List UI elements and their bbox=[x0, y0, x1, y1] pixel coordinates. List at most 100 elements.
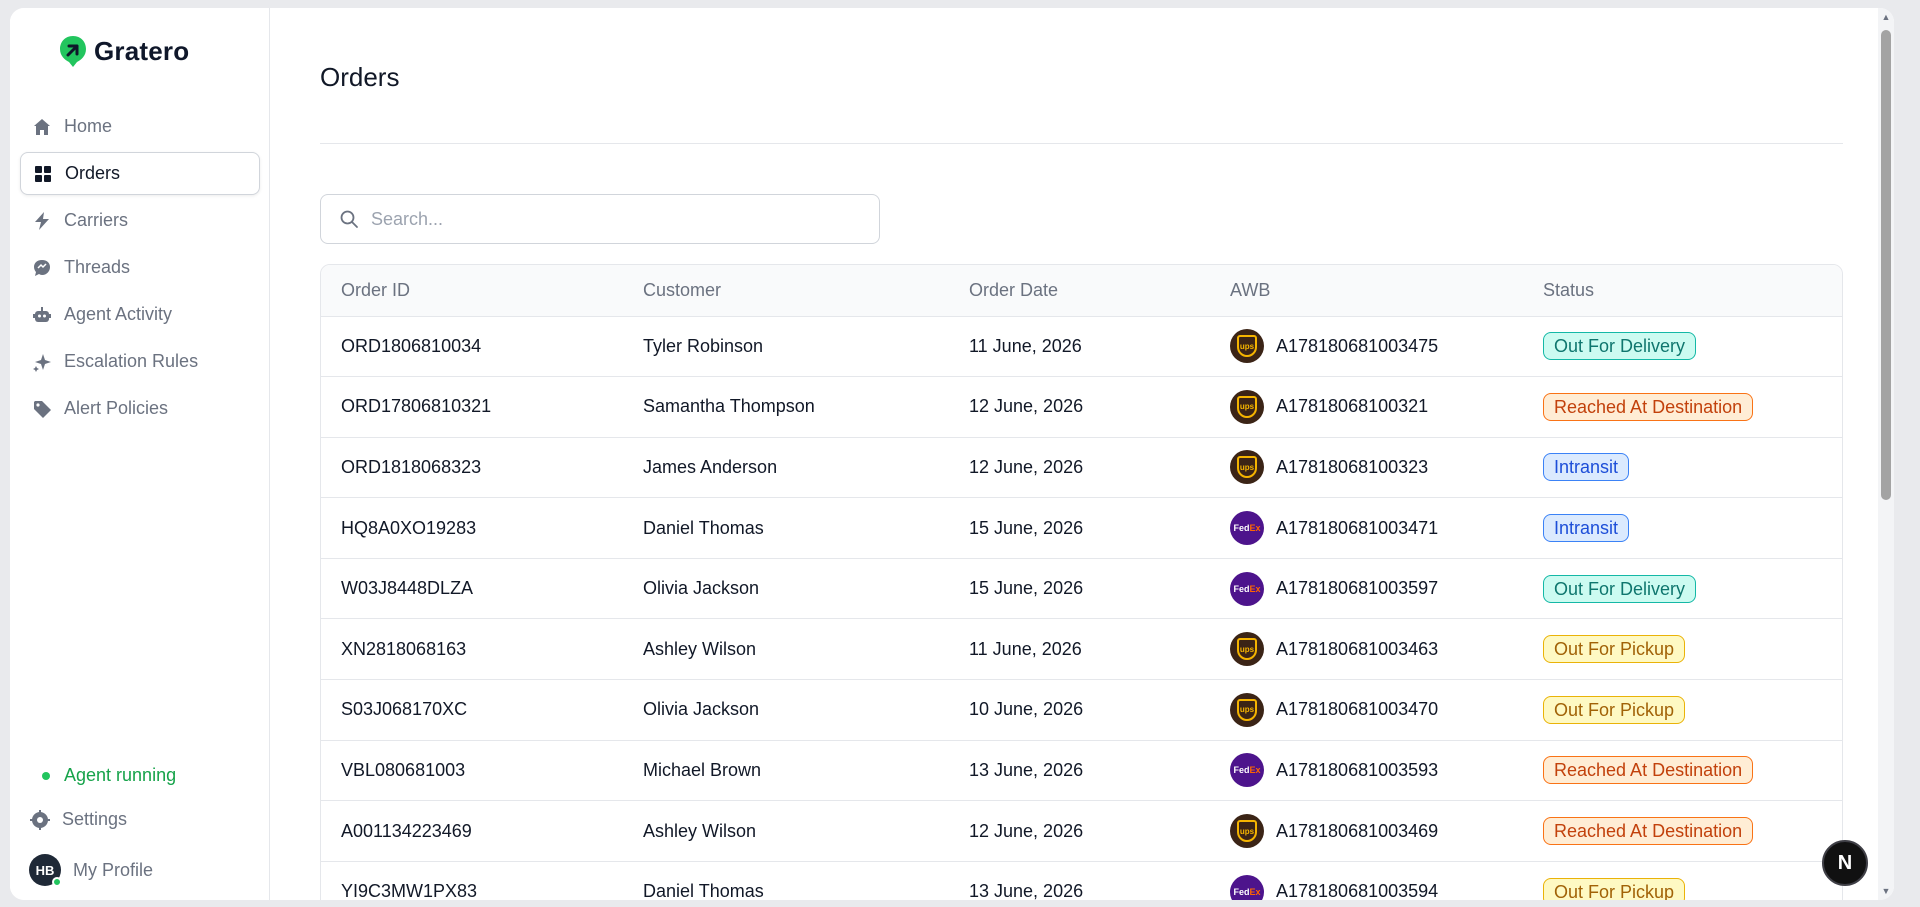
fedex-logo-icon: Fed Ex bbox=[1230, 874, 1264, 900]
status-cell: Intransit bbox=[1523, 498, 1842, 559]
sidebar-item-orders[interactable]: Orders bbox=[20, 152, 260, 195]
table-row[interactable]: W03J8448DLZA Olivia Jackson 15 June, 202… bbox=[321, 558, 1842, 619]
grid-icon bbox=[35, 165, 51, 182]
table-row[interactable]: HQ8A0XO19283 Daniel Thomas 15 June, 2026… bbox=[321, 497, 1842, 559]
order-id-cell[interactable]: ORD17806810321 bbox=[321, 377, 623, 438]
awb-number[interactable]: A178180681003594 bbox=[1276, 881, 1438, 900]
awb-number[interactable]: A178180681003469 bbox=[1276, 821, 1438, 842]
table-row[interactable]: ORD17806810321 Samantha Thompson 12 June… bbox=[321, 376, 1842, 438]
order-id-cell[interactable]: YI9C3MW1PX83 bbox=[321, 861, 623, 900]
table-row[interactable]: XN2818068163 Ashley Wilson 11 June, 2026… bbox=[321, 618, 1842, 680]
ups-shield: ups bbox=[1237, 395, 1257, 418]
awb-number[interactable]: A178180681003593 bbox=[1276, 760, 1438, 781]
sidebar-item-alert-policies[interactable]: Alert Policies bbox=[20, 387, 260, 430]
fedex-fed: Fed bbox=[1233, 765, 1250, 776]
awb-wrapper: Fed Ex A178180681003593 bbox=[1230, 753, 1523, 788]
sidebar-item-threads[interactable]: Threads bbox=[20, 246, 260, 289]
order-id-cell[interactable]: HQ8A0XO19283 bbox=[321, 498, 623, 559]
page-title: Orders bbox=[320, 62, 400, 92]
awb-number[interactable]: A17818068100321 bbox=[1276, 396, 1428, 417]
awb-number[interactable]: A178180681003471 bbox=[1276, 518, 1438, 539]
sidebar-item-label: Carriers bbox=[64, 210, 129, 230]
awb-number[interactable]: A17818068100323 bbox=[1276, 457, 1428, 478]
order-date-cell: 13 June, 2026 bbox=[969, 881, 1084, 900]
fedex-logo-icon: Fed Ex bbox=[1230, 753, 1264, 788]
awb-wrapper: ups A178180681003463 bbox=[1230, 632, 1523, 667]
status-badge: Out For Pickup bbox=[1543, 635, 1686, 664]
scroll-up-arrow-icon[interactable]: ▲ bbox=[1881, 12, 1891, 22]
settings-label: Settings bbox=[62, 809, 128, 829]
awb-number[interactable]: A178180681003463 bbox=[1276, 639, 1438, 660]
profile-link[interactable]: HB My Profile bbox=[29, 854, 153, 887]
fedex-ex: Ex bbox=[1249, 765, 1261, 776]
order-date-cell: 11 June, 2026 bbox=[969, 638, 1082, 659]
order-date-cell: 15 June, 2026 bbox=[969, 517, 1084, 538]
awb-cell: Fed Ex A178180681003597 bbox=[1210, 558, 1523, 619]
order-id-cell[interactable]: XN2818068163 bbox=[321, 619, 623, 680]
order-id-cell[interactable]: ORD1806810034 bbox=[321, 316, 623, 377]
sidebar-item-carriers[interactable]: Carriers bbox=[20, 199, 260, 242]
table-row[interactable]: S03J068170XC Olivia Jackson 10 June, 202… bbox=[321, 679, 1842, 741]
online-indicator-icon bbox=[52, 877, 62, 887]
awb-number[interactable]: A178180681003597 bbox=[1276, 578, 1438, 599]
customer-cell: Ashley Wilson bbox=[643, 638, 757, 659]
ups-shield: ups bbox=[1237, 335, 1257, 358]
sidebar-item-home[interactable]: Home bbox=[20, 105, 260, 148]
table-row[interactable]: VBL080681003 Michael Brown 13 June, 2026… bbox=[321, 740, 1842, 801]
order-date-cell: 12 June, 2026 bbox=[969, 456, 1084, 477]
table-row[interactable]: ORD1806810034 Tyler Robinson 11 June, 20… bbox=[321, 316, 1842, 377]
order-date-cell: 10 June, 2026 bbox=[969, 699, 1084, 720]
brand-logo[interactable]: Gratero bbox=[58, 34, 189, 68]
ups-logo-icon: ups bbox=[1230, 632, 1264, 667]
ups-shield: ups bbox=[1237, 698, 1257, 721]
tag-icon bbox=[34, 400, 51, 418]
scrollbar[interactable]: ▲ ▼ bbox=[1878, 8, 1894, 900]
status-cell: Out For Pickup bbox=[1523, 861, 1842, 900]
search-input[interactable] bbox=[371, 208, 851, 230]
orders-table: Order ID Customer Order Date AWB Status … bbox=[320, 264, 1843, 900]
status-badge: Intransit bbox=[1543, 453, 1630, 482]
awb-cell: Fed Ex A178180681003593 bbox=[1210, 740, 1523, 801]
main-content: Orders Order ID bbox=[270, 8, 1894, 900]
table-row[interactable]: ORD1818068323 James Anderson 12 June, 20… bbox=[321, 437, 1842, 498]
table-row[interactable]: YI9C3MW1PX83 Daniel Thomas 13 June, 2026… bbox=[321, 861, 1842, 900]
sidebar-item-escalation-rules[interactable]: Escalation Rules bbox=[20, 340, 260, 383]
order-date-cell: 15 June, 2026 bbox=[969, 578, 1084, 599]
header-customer[interactable]: Customer bbox=[623, 265, 949, 316]
awb-cell: Fed Ex A178180681003471 bbox=[1210, 498, 1523, 559]
sidebar-item-agent-activity[interactable]: Agent Activity bbox=[20, 293, 260, 336]
scroll-down-arrow-icon[interactable]: ▼ bbox=[1881, 886, 1891, 896]
customer-cell: Olivia Jackson bbox=[643, 578, 760, 599]
table-row[interactable]: A001134223469 Ashley Wilson 12 June, 202… bbox=[321, 800, 1842, 862]
awb-wrapper: ups A178180681003475 bbox=[1230, 329, 1523, 364]
next-dev-tools-button[interactable]: N bbox=[1822, 840, 1868, 886]
header-status[interactable]: Status bbox=[1523, 265, 1842, 316]
ups-logo-icon: ups bbox=[1230, 692, 1264, 727]
customer-cell: Michael Brown bbox=[643, 759, 762, 780]
order-id-cell[interactable]: VBL080681003 bbox=[321, 740, 623, 801]
search-box[interactable] bbox=[320, 194, 880, 244]
settings-link[interactable]: Settings bbox=[30, 809, 127, 830]
awb-wrapper: Fed Ex A178180681003471 bbox=[1230, 511, 1523, 546]
ups-logo-icon: ups bbox=[1230, 450, 1264, 485]
order-id-cell[interactable]: S03J068170XC bbox=[321, 680, 623, 741]
order-id-cell[interactable]: ORD1818068323 bbox=[321, 437, 623, 498]
order-id-cell[interactable]: A001134223469 bbox=[321, 801, 623, 862]
status-cell: Out For Delivery bbox=[1523, 558, 1842, 619]
avatar: HB bbox=[29, 854, 62, 887]
status-badge: Out For Pickup bbox=[1543, 695, 1686, 724]
awb-number[interactable]: A178180681003470 bbox=[1276, 699, 1438, 720]
header-order-id[interactable]: Order ID bbox=[321, 265, 623, 316]
sidebar-item-label: Alert Policies bbox=[64, 398, 169, 418]
awb-wrapper: ups A178180681003469 bbox=[1230, 814, 1523, 849]
order-id-cell[interactable]: W03J8448DLZA bbox=[321, 558, 623, 619]
scroll-thumb[interactable] bbox=[1881, 30, 1891, 500]
header-awb[interactable]: AWB bbox=[1210, 265, 1523, 316]
header-order-date[interactable]: Order Date bbox=[949, 265, 1210, 316]
customer-cell: Samantha Thompson bbox=[643, 396, 815, 417]
order-date-cell: 12 June, 2026 bbox=[969, 820, 1084, 841]
awb-cell: ups A178180681003475 bbox=[1210, 316, 1523, 377]
status-badge: Intransit bbox=[1543, 514, 1630, 543]
awb-number[interactable]: A178180681003475 bbox=[1276, 336, 1438, 357]
status-dot-icon bbox=[42, 771, 50, 780]
